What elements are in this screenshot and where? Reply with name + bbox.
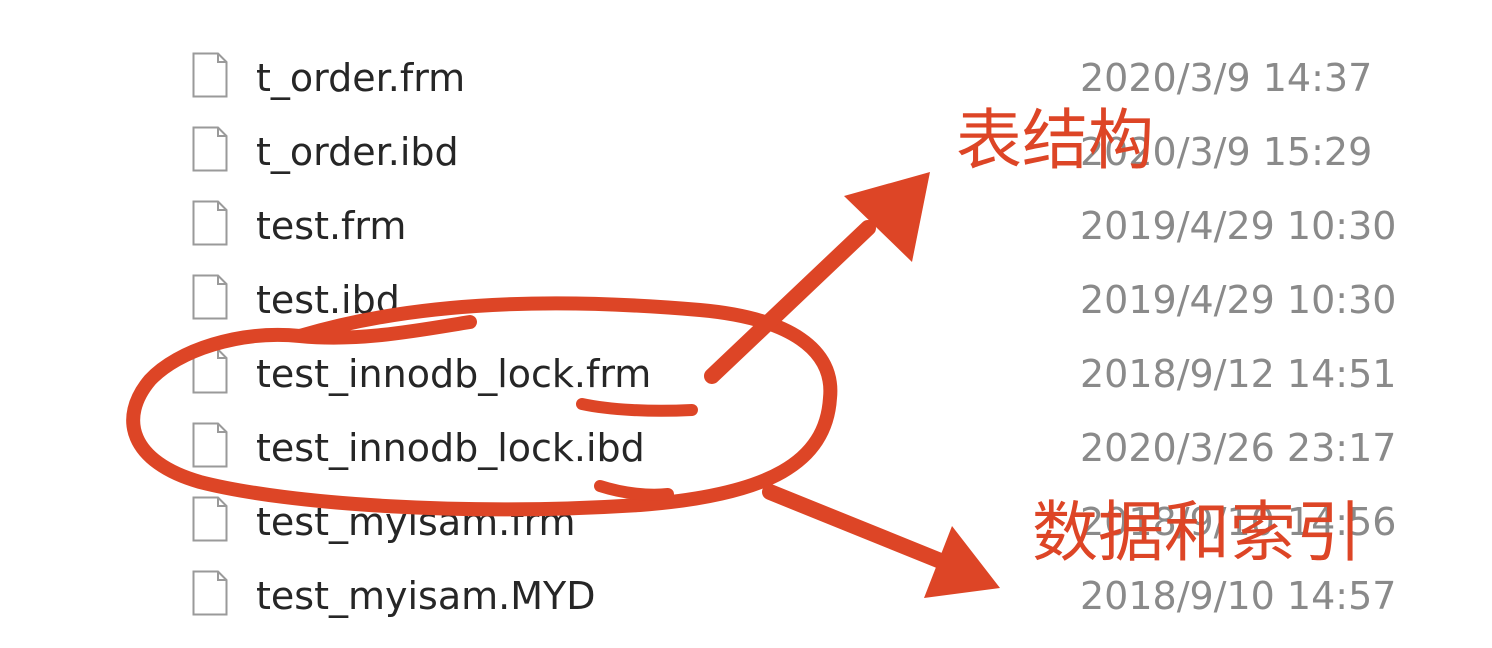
file-row[interactable]: t_order.ibd 2020/3/9 15:29 [192,118,1422,192]
file-date: 2018/9/10 14:57 [1080,574,1397,618]
file-row[interactable]: test.frm 2019/4/29 10:30 [192,192,1422,266]
file-icon [192,422,228,468]
file-icon [192,126,228,172]
file-name: test_innodb_lock.frm [256,352,652,396]
file-name: t_order.frm [256,56,466,100]
file-date: 2019/4/29 10:30 [1080,278,1397,322]
file-row[interactable]: t_order.frm 2020/3/9 14:37 [192,44,1422,118]
file-icon [192,496,228,542]
file-row[interactable]: test.ibd 2019/4/29 10:30 [192,266,1422,340]
file-name: test_myisam.frm [256,500,576,544]
file-icon [192,200,228,246]
file-name: test.frm [256,204,407,248]
table-structure-label: 表结构 [956,102,1154,179]
file-date: 2020/3/9 14:37 [1080,56,1373,100]
file-row[interactable]: test_innodb_lock.frm 2018/9/12 14:51 [192,340,1422,414]
file-name: test_innodb_lock.ibd [256,426,645,470]
file-icon [192,274,228,320]
file-date: 2018/9/12 14:51 [1080,352,1397,396]
file-row[interactable]: test_myisam.MYD 2018/9/10 14:57 [192,562,1422,636]
file-row[interactable]: test_innodb_lock.ibd 2020/3/26 23:17 [192,414,1422,488]
file-icon [192,348,228,394]
data-and-index-label: 数据和索引 [1032,494,1362,571]
file-icon [192,52,228,98]
file-name: t_order.ibd [256,130,459,174]
file-name: test_myisam.MYD [256,574,596,618]
file-date: 2019/4/29 10:30 [1080,204,1397,248]
file-name: test.ibd [256,278,400,322]
file-date: 2020/3/26 23:17 [1080,426,1397,470]
file-icon [192,570,228,616]
